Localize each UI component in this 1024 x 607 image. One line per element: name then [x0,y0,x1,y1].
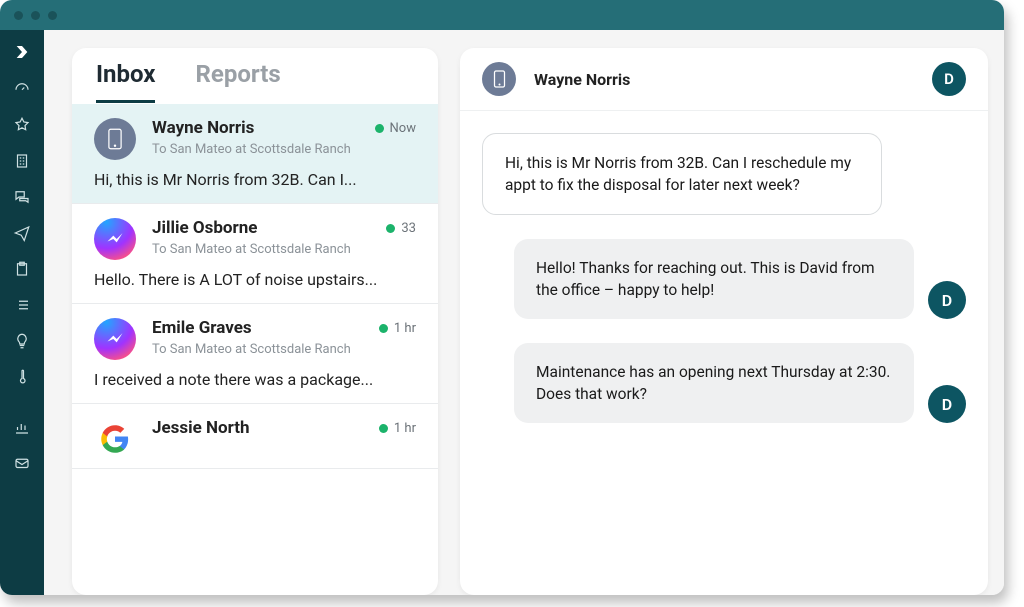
thread-recipient: To San Mateo at Scottsdale Ranch [152,142,416,157]
thread-time: 1 hr [379,421,416,436]
thread-item[interactable]: Wayne Norris Now To San Mateo at Scottsd… [72,104,438,204]
thread-item[interactable]: Jessie North 1 hr [72,404,438,469]
tab-inbox[interactable]: Inbox [96,60,155,103]
message-bubble: Hi, this is Mr Norris from 32B. Can I re… [482,133,882,215]
window-control-dot[interactable] [48,11,57,20]
message-bubble: Maintenance has an opening next Thursday… [514,343,914,423]
status-dot-icon [375,124,384,133]
window-titlebar [0,0,1004,30]
thread-time: 33 [386,221,416,236]
inbox-panel: Inbox Reports Wayne Norris [72,48,438,595]
messenger-icon [94,218,136,260]
conversation-header: Wayne Norris D [460,48,988,111]
agent-avatar: D [928,281,966,319]
agent-avatar[interactable]: D [932,62,966,96]
thread-preview: Hi, this is Mr Norris from 32B. Can I... [94,170,416,189]
messenger-icon [94,318,136,360]
brand-logo [14,44,30,62]
conversation-panel: Wayne Norris D Hi, this is Mr Norris fro… [460,48,988,595]
status-dot-icon [379,424,388,433]
thread-recipient: To San Mateo at Scottsdale Ranch [152,342,416,357]
thread-preview: Hello. There is A LOT of noise upstairs.… [94,270,416,289]
thread-item[interactable]: Emile Graves 1 hr To San Mateo at Scotts… [72,304,438,404]
conversation-title: Wayne Norris [534,70,630,89]
status-dot-icon [386,224,395,233]
send-icon[interactable] [13,224,31,242]
thread-name: Emile Graves [152,318,252,338]
thread-preview: I received a note there was a package... [94,370,416,389]
message-outgoing: Hello! Thanks for reaching out. This is … [482,239,966,319]
status-dot-icon [379,324,388,333]
google-icon [94,418,136,460]
app-body: Inbox Reports Wayne Norris [0,30,1004,595]
agent-avatar: D [928,385,966,423]
clipboard-icon[interactable] [13,260,31,278]
star-icon[interactable] [13,116,31,134]
thread-recipient: To San Mateo at Scottsdale Ranch [152,242,416,257]
phone-icon [94,118,136,160]
dashboard-icon[interactable] [13,80,31,98]
thread-name: Jillie Osborne [152,218,257,238]
list-icon[interactable] [13,296,31,314]
window-control-dot[interactable] [31,11,40,20]
inbox-tabs: Inbox Reports [72,48,438,104]
tab-reports[interactable]: Reports [195,60,280,103]
window-control-dot[interactable] [14,11,23,20]
thermometer-icon[interactable] [13,368,31,386]
bulb-icon[interactable] [13,332,31,350]
side-rail [0,30,44,595]
thread-time: 1 hr [379,321,416,336]
message-incoming: Hi, this is Mr Norris from 32B. Can I re… [482,133,966,215]
message-outgoing: Maintenance has an opening next Thursday… [482,343,966,423]
chat-icon[interactable] [13,188,31,206]
mail-icon[interactable] [13,454,31,472]
thread-name: Jessie North [152,418,250,438]
message-list: Hi, this is Mr Norris from 32B. Can I re… [460,111,988,595]
main-content: Inbox Reports Wayne Norris [44,30,1004,595]
thread-name: Wayne Norris [152,118,254,138]
phone-icon [482,62,516,96]
thread-time: Now [375,121,416,136]
chart-icon[interactable] [13,418,31,436]
thread-item[interactable]: Jillie Osborne 33 To San Mateo at Scotts… [72,204,438,304]
app-window: Inbox Reports Wayne Norris [0,0,1004,595]
building-icon[interactable] [13,152,31,170]
message-bubble: Hello! Thanks for reaching out. This is … [514,239,914,319]
thread-list: Wayne Norris Now To San Mateo at Scottsd… [72,104,438,595]
